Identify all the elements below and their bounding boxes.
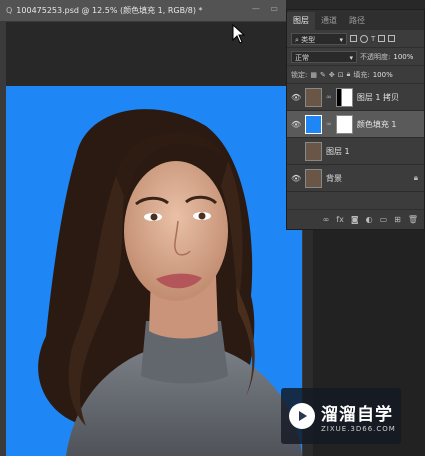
eye-icon[interactable]: 👁︎ [291, 93, 301, 102]
fill-input[interactable]: 100% [373, 71, 393, 79]
layer-thumbnail [305, 168, 322, 188]
filter-row: ⌕ 类型 ▾ T [287, 30, 424, 48]
blend-mode-select[interactable]: 正常 ▾ [291, 50, 357, 63]
portrait-image [38, 109, 302, 456]
lock-artboard-icon[interactable]: ⊡ [338, 71, 344, 79]
watermark: 溜溜自学 ZIXUE.3D66.COM [281, 388, 401, 444]
fill-label: 填充: [353, 70, 370, 79]
blend-mode-value: 正常 [295, 53, 309, 62]
layer-row[interactable]: 👁︎ ∞ 图层 1 拷贝 [287, 84, 424, 111]
tab-layers[interactable]: 图层 [287, 12, 315, 30]
mouse-cursor-icon [232, 24, 246, 44]
panel-bottom-bar: ∞ fx ◙ ◐ ▭ ⊞ 🗑︎ [287, 209, 424, 229]
opacity-label: 不透明度: [360, 52, 391, 61]
mask-icon[interactable]: ◙ [351, 215, 359, 224]
lock-row: 锁定: ▦ ✎ ✥ ⊡ 🔒︎ 填充: 100% [287, 66, 424, 84]
folder-icon[interactable]: ▭ [380, 215, 388, 224]
layer-mask-thumbnail[interactable] [335, 114, 353, 134]
fx-icon[interactable]: fx [336, 215, 344, 224]
watermark-subtitle: ZIXUE.3D66.COM [321, 424, 396, 433]
window-controls[interactable]: — ▭ [252, 4, 282, 13]
document-canvas[interactable] [6, 86, 302, 456]
filter-type-select[interactable]: ⌕ 类型 ▾ [291, 32, 347, 45]
fill-layer-thumbnail [305, 114, 322, 134]
close-tab-icon[interactable]: Q [6, 6, 12, 15]
tab-paths[interactable]: 路径 [343, 12, 371, 30]
lock-image-icon[interactable]: ✎ [320, 71, 326, 79]
lock-label: 锁定: [291, 70, 308, 79]
layers-panel: 图层 通道 路径 ⌕ 类型 ▾ T 正常 ▾ 不透明度: 100% 锁定: ▦ ✎ … [286, 9, 425, 230]
layer-name[interactable]: 图层 1 拷贝 [357, 92, 399, 103]
lock-transparent-icon[interactable]: ▦ [310, 71, 317, 79]
filter-type-label: 类型 [301, 35, 316, 44]
layer-name[interactable]: 图层 1 [326, 146, 350, 157]
type-filter-icon[interactable]: T [371, 35, 375, 43]
panel-tab-bar: 图层 通道 路径 [287, 10, 424, 30]
shape-filter-icon[interactable] [378, 35, 386, 42]
document-title: 100475253.psd @ 12.5% (颜色填充 1, RGB/8) * [16, 6, 203, 15]
blend-row: 正常 ▾ 不透明度: 100% [287, 48, 424, 66]
layer-name[interactable]: 背景 [326, 173, 342, 184]
eye-icon[interactable]: 👁︎ [291, 174, 301, 183]
layer-mask-thumbnail[interactable] [335, 87, 353, 107]
adjustment-icon[interactable]: ◐ [366, 215, 373, 224]
chevron-down-icon: ▾ [339, 35, 343, 44]
new-layer-icon[interactable]: ⊞ [394, 215, 401, 224]
pixel-filter-icon[interactable] [350, 35, 357, 42]
document-tab[interactable]: Q 100475253.psd @ 12.5% (颜色填充 1, RGB/8) … [0, 0, 286, 22]
adjustment-filter-icon[interactable] [360, 34, 368, 43]
eye-icon[interactable]: 👁︎ [291, 120, 301, 129]
layer-row[interactable]: 👁︎ 背景 🔒︎ [287, 165, 424, 192]
layer-thumbnail [305, 141, 322, 161]
watermark-title: 溜溜自学 [321, 404, 393, 425]
layer-thumbnail [305, 87, 322, 107]
chevron-down-icon: ▾ [349, 53, 353, 62]
opacity-input[interactable]: 100% [393, 53, 413, 61]
play-logo-icon [289, 403, 315, 429]
lock-icon: 🔒︎ [413, 173, 418, 182]
trash-icon[interactable]: 🗑︎ [408, 215, 418, 224]
tab-channels[interactable]: 通道 [315, 12, 343, 30]
lock-all-icon[interactable]: 🔒︎ [347, 70, 351, 79]
link-icon[interactable]: ∞ [326, 93, 332, 101]
smart-object-filter-icon[interactable] [388, 35, 396, 42]
layer-row-selected[interactable]: 👁︎ ∞ 颜色填充 1 [287, 111, 424, 138]
lock-position-icon[interactable]: ✥ [329, 71, 335, 79]
link-layers-icon[interactable]: ∞ [323, 215, 330, 224]
link-icon[interactable]: ∞ [326, 120, 332, 128]
layer-row[interactable]: 图层 1 [287, 138, 424, 165]
layer-name[interactable]: 颜色填充 1 [357, 119, 397, 130]
